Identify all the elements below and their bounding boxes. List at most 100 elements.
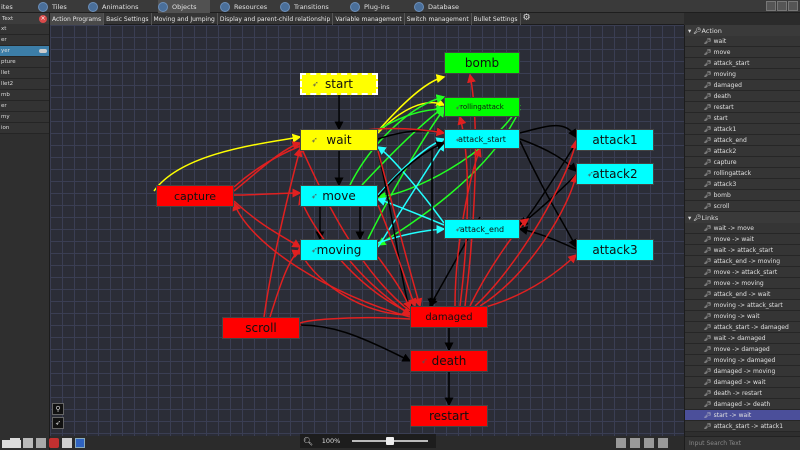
link-line[interactable] (291, 316, 411, 327)
subtab-item[interactable]: Basic Settings (104, 13, 152, 25)
link-tree-item[interactable]: 🔑︎ wait -> move (685, 223, 800, 234)
object-list-item[interactable]: mb (0, 90, 49, 101)
link-line[interactable] (519, 124, 577, 139)
action-node-attack2[interactable]: ➶ attack2 (576, 163, 654, 185)
close-icon[interactable]: × (39, 14, 47, 23)
action-tree-item[interactable]: 🔑︎ bomb (685, 190, 800, 201)
link-tree-item[interactable]: 🔑︎ start -> wait (685, 410, 800, 421)
action-node-move[interactable]: ➶ move (300, 185, 378, 207)
cursor-tool-icon[interactable]: ➶ (52, 417, 64, 429)
action-node-wait[interactable]: ➶ wait (300, 129, 378, 151)
link-tool-icon[interactable]: ⚲ (52, 403, 64, 415)
link-line[interactable] (233, 200, 302, 248)
link-tree-item[interactable]: 🔑︎ move -> attack_start (685, 267, 800, 278)
magnet-icon[interactable] (62, 438, 72, 448)
object-list-item[interactable]: my (0, 112, 49, 123)
link-tree-item[interactable]: 🔑︎ moving -> attack_start (685, 300, 800, 311)
action-tree-item[interactable]: 🔑︎ start (685, 113, 800, 124)
link-tree-item[interactable]: 🔑︎ damaged -> wait (685, 377, 800, 388)
stop-icon[interactable] (788, 1, 798, 11)
add-action-icon[interactable] (10, 438, 20, 448)
delete-action-icon[interactable] (36, 438, 46, 448)
action-tree-item[interactable]: 🔑︎ attack2 (685, 146, 800, 157)
link-line[interactable] (299, 324, 412, 362)
links-section-header[interactable]: ▾ 🔑︎ Links (685, 212, 800, 223)
action-tree-item[interactable]: 🔑︎ wait (685, 36, 800, 47)
image-icon[interactable] (616, 438, 626, 448)
link-tree-item[interactable]: 🔑︎ move -> damaged (685, 344, 800, 355)
object-list-item[interactable]: ion (0, 123, 49, 134)
link-line[interactable] (377, 256, 412, 311)
action-tree-item[interactable]: 🔑︎ attack_end (685, 135, 800, 146)
action-node-start[interactable]: ➶ start (300, 73, 378, 95)
action-tree-item[interactable]: 🔑︎ attack1 (685, 124, 800, 135)
action-node-attack3[interactable]: attack3 (576, 239, 654, 261)
link-tree-item[interactable]: 🔑︎ moving -> damaged (685, 355, 800, 366)
play-icon[interactable] (766, 1, 776, 11)
delete-link-icon[interactable] (658, 438, 668, 448)
tab-sprites[interactable]: ites (0, 0, 22, 13)
action-tree-item[interactable]: 🔑︎ moving (685, 69, 800, 80)
link-line[interactable] (481, 253, 578, 309)
action-tree-item[interactable]: 🔑︎ attack_start (685, 58, 800, 69)
tab-transitions[interactable]: Transitions (280, 0, 340, 13)
tab-tiles[interactable]: Tiles (38, 0, 88, 13)
action-section-header[interactable]: ▾ 🔑︎ Action (685, 25, 800, 36)
object-list-item[interactable]: er (0, 35, 49, 46)
subtab-item[interactable]: Display and parent-child relationship (218, 13, 334, 25)
action-node-moving[interactable]: ➶ moving (300, 239, 378, 261)
action-tree-item[interactable]: 🔑︎ damaged (685, 80, 800, 91)
action-tree-item[interactable]: 🔑︎ attack3 (685, 179, 800, 190)
tab-plugins[interactable]: Plug-ins (350, 0, 408, 13)
link-line[interactable] (263, 147, 303, 318)
action-node-capture[interactable]: capture (156, 185, 234, 207)
action-node-attack-start[interactable]: ➶ attack_start (444, 129, 520, 149)
tab-database[interactable]: Database (414, 0, 474, 13)
action-graph-canvas[interactable]: ➶ start bomb ➶ rollingattack ➶ wait ➶ attack_sta… (50, 25, 684, 436)
link-tree-item[interactable]: 🔑︎ death -> restart (685, 388, 800, 399)
tab-resources[interactable]: Resources (220, 0, 278, 13)
copy-link-icon[interactable] (644, 438, 654, 448)
zoom-slider-thumb[interactable] (386, 437, 394, 445)
link-tree-item[interactable]: 🔑︎ move -> moving (685, 278, 800, 289)
tab-objects[interactable]: Objects (158, 0, 210, 13)
action-tree-item[interactable]: 🔑︎ scroll (685, 201, 800, 212)
object-list-item[interactable]: xt (0, 24, 49, 35)
link-tree-item[interactable]: 🔑︎ attack_end -> wait (685, 289, 800, 300)
object-list-item[interactable]: er (0, 101, 49, 112)
pause-icon[interactable] (777, 1, 787, 11)
visibility-toggle-icon[interactable] (39, 49, 47, 53)
link-tree-item[interactable]: 🔑︎ attack_start -> damaged (685, 322, 800, 333)
action-node-attack-end[interactable]: ➶ attack_end (444, 219, 520, 239)
link-tree-item[interactable]: 🔑︎ damaged -> moving (685, 366, 800, 377)
link-tree-item[interactable]: 🔑︎ moving -> wait (685, 311, 800, 322)
action-tree-item[interactable]: 🔑︎ death (685, 91, 800, 102)
link-line[interactable] (519, 142, 577, 229)
action-tree-item[interactable]: 🔑︎ capture (685, 157, 800, 168)
copy-action-icon[interactable] (23, 438, 33, 448)
action-tree-item[interactable]: 🔑︎ restart (685, 102, 800, 113)
action-color-icon[interactable] (49, 438, 59, 448)
link-tree-item[interactable]: 🔑︎ wait -> damaged (685, 333, 800, 344)
link-line[interactable] (269, 249, 302, 318)
link-tree-item[interactable]: 🔑︎ wait -> attack_start (685, 245, 800, 256)
subtab-item[interactable]: Switch management (405, 13, 472, 25)
action-node-attack1[interactable]: attack1 (576, 129, 654, 151)
object-list-item[interactable]: llet (0, 68, 49, 79)
subtab-item[interactable]: Moving and Jumping (152, 13, 218, 25)
object-list-item[interactable]: yer (0, 46, 49, 57)
action-node-restart[interactable]: restart (410, 405, 488, 427)
link-tree-item[interactable]: 🔑︎ move -> wait (685, 234, 800, 245)
grid-icon[interactable] (75, 438, 85, 448)
link-line[interactable] (153, 133, 302, 192)
link-line[interactable] (233, 188, 302, 198)
action-node-death[interactable]: ➶ death (410, 350, 488, 372)
add-link-icon[interactable] (630, 438, 640, 448)
link-line[interactable] (376, 197, 445, 226)
subtab-item[interactable]: Variable management (333, 13, 405, 25)
zoom-slider[interactable] (352, 437, 428, 445)
subtab-item[interactable]: Bullet Settings (472, 13, 521, 25)
action-tree-item[interactable]: 🔑︎ rollingattack (685, 168, 800, 179)
object-list-item[interactable]: pture (0, 57, 49, 68)
search-input[interactable]: Input Search Text (685, 436, 800, 450)
